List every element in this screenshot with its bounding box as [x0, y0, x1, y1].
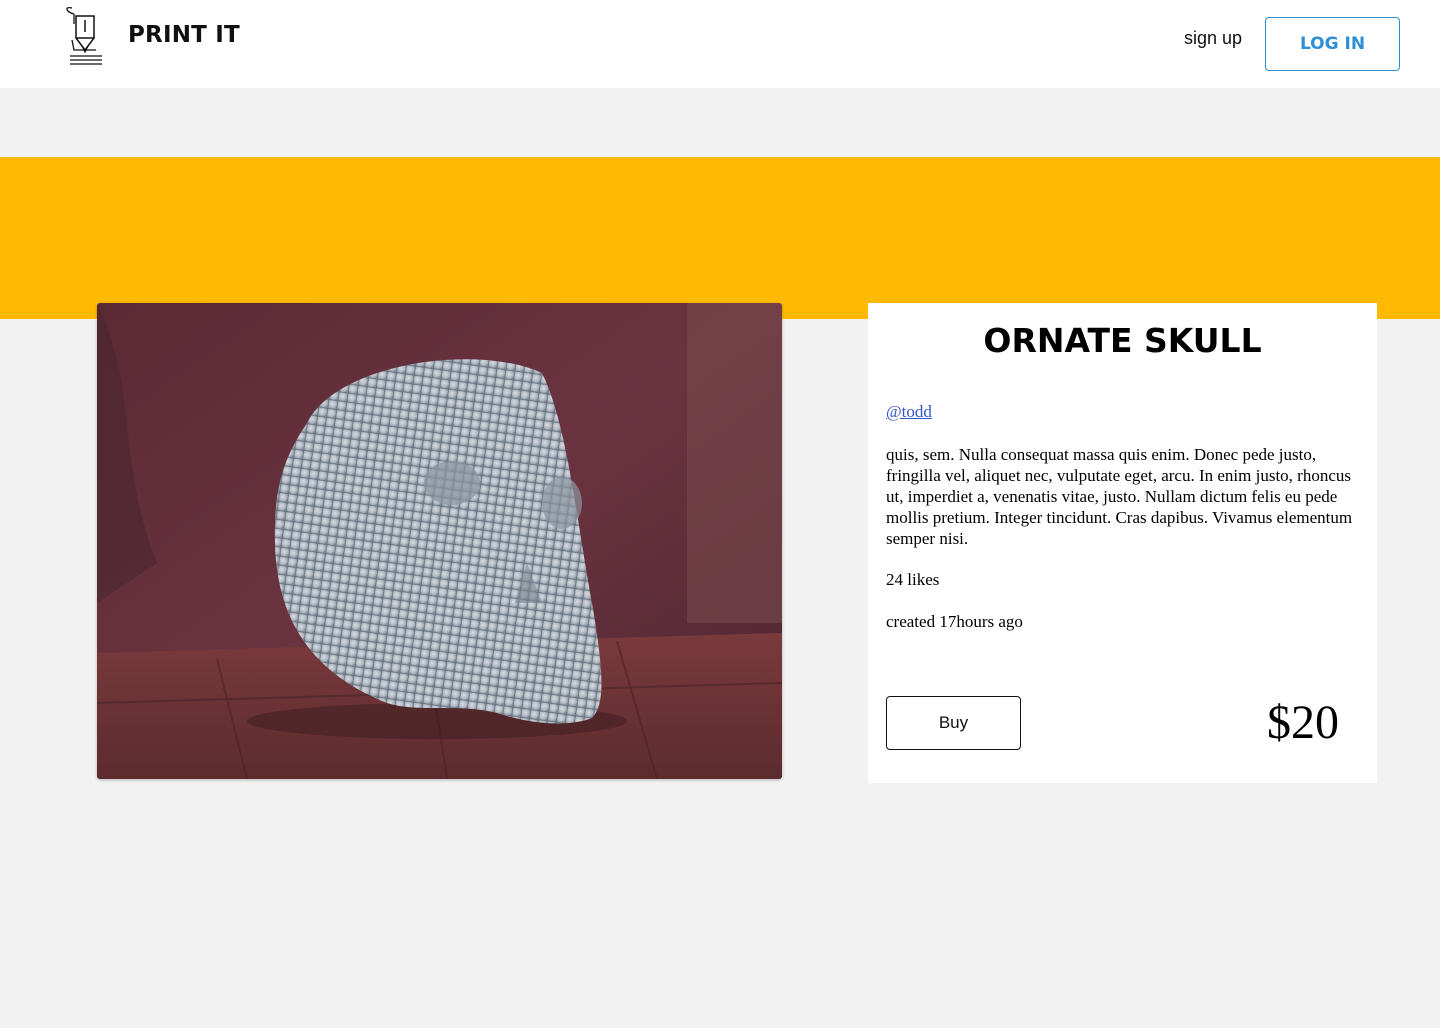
signup-link[interactable]: sign up — [1184, 28, 1242, 49]
product-card: ORNATE SKULL @todd quis, sem. Nulla cons… — [868, 303, 1377, 783]
product-price: $20 — [1267, 696, 1339, 749]
brand-name[interactable]: PRINT IT — [128, 22, 240, 48]
buy-button[interactable]: Buy — [886, 696, 1021, 750]
3d-printer-nozzle-icon[interactable] — [60, 6, 106, 70]
product-description: quis, sem. Nulla consequat massa quis en… — [886, 445, 1353, 548]
login-button[interactable]: LOG IN — [1265, 17, 1400, 71]
hero-banner — [0, 157, 1440, 319]
likes-count: 24 likes — [886, 570, 940, 589]
top-nav: PRINT IT sign up LOG IN — [0, 0, 1440, 88]
author-link[interactable]: @todd — [886, 402, 932, 422]
created-time: created 17hours ago — [886, 612, 1023, 631]
product-title: ORNATE SKULL — [983, 321, 1262, 360]
product-image — [97, 303, 782, 779]
